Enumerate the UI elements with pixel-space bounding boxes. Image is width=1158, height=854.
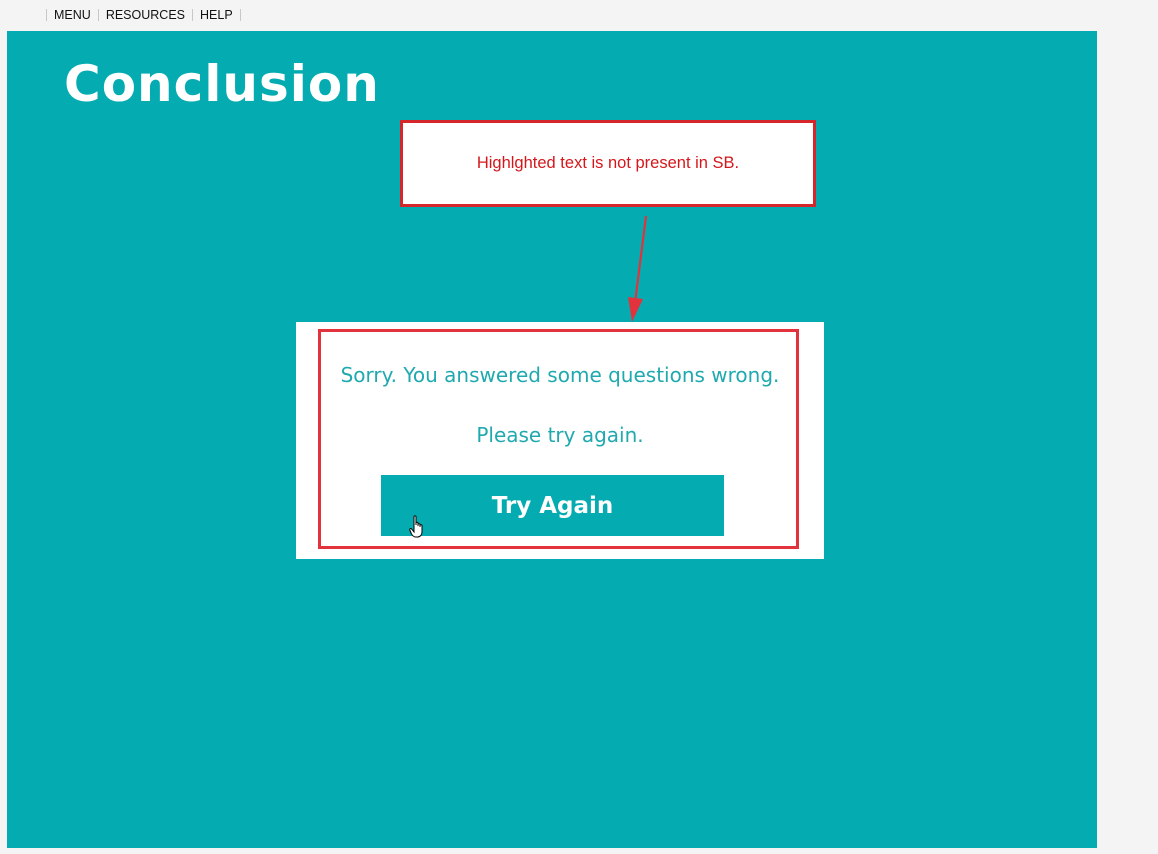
review-annotation-box: Highlghted text is not present in SB. [400,120,816,207]
help-link[interactable]: HELP [193,6,240,24]
nav-separator [239,9,241,21]
slide-stage: Conclusion Highlghted text is not presen… [7,31,1097,848]
review-annotation-text: Highlghted text is not present in SB. [476,154,740,172]
resources-link[interactable]: RESOURCES [99,6,192,24]
page-title: Conclusion [64,55,380,113]
try-again-button[interactable]: Try Again [381,475,724,536]
top-navigation: MENU RESOURCES HELP [46,6,241,24]
menu-link[interactable]: MENU [47,6,98,24]
hand-pointer-icon [409,515,423,538]
feedback-instruction: Please try again. [476,423,644,447]
feedback-message: Sorry. You answered some questions wrong… [340,363,780,387]
